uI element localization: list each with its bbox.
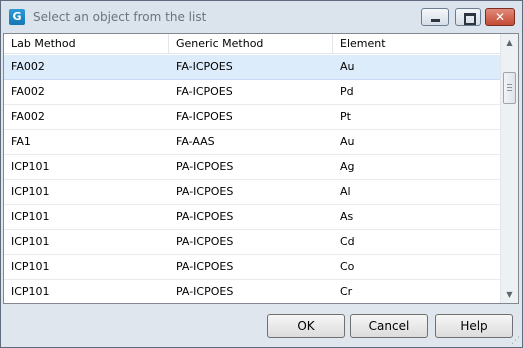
resize-grip-icon[interactable]: ⋰ [511,336,521,346]
cell-lab-method: FA1 [11,135,31,148]
button-bar: OK Cancel Help ⋰ [1,304,522,347]
cell-generic-method: PA-ICPOES [176,160,234,173]
cell-generic-method: PA-ICPOES [176,235,234,248]
cell-lab-method: ICP101 [11,260,50,273]
table-row[interactable]: FA1 FA-AAS Au [4,130,500,155]
cell-generic-method: FA-ICPOES [176,110,233,123]
table-row[interactable]: ICP101 PA-ICPOES Ag [4,155,500,180]
cell-lab-method: ICP101 [11,210,50,223]
ok-button[interactable]: OK [267,314,345,338]
maximize-button[interactable] [455,8,481,26]
cell-generic-method: FA-AAS [176,135,215,148]
help-button[interactable]: Help [435,314,513,338]
cell-lab-method: ICP101 [11,235,50,248]
vertical-scrollbar[interactable]: ▲ ▼ [500,34,518,303]
cell-element: Al [340,185,351,198]
cell-generic-method: PA-ICPOES [176,210,234,223]
cell-element: Ag [340,160,355,173]
table-row[interactable]: FA002 FA-ICPOES Au [4,55,500,80]
table-row[interactable]: FA002 FA-ICPOES Pd [4,80,500,105]
cell-element: Co [340,260,355,273]
cell-generic-method: PA-ICPOES [176,185,234,198]
cell-lab-method: ICP101 [11,160,50,173]
title-bar[interactable]: G Select an object from the list ✕ [1,1,522,33]
cell-element: Cr [340,285,353,298]
close-icon: ✕ [494,10,506,24]
scroll-down-icon[interactable]: ▼ [501,286,518,303]
object-list: Lab Method Generic Method Element FA002 F… [3,33,519,304]
cell-element: Cd [340,235,355,248]
cell-element: Au [340,135,355,148]
grip-line [507,87,512,88]
cell-lab-method: FA002 [11,60,45,73]
list-header: Lab Method Generic Method Element [4,34,500,54]
cell-generic-method: PA-ICPOES [176,260,234,273]
cell-element: Pt [340,110,351,123]
app-icon: G [9,9,25,25]
grip-line [507,90,512,91]
cell-lab-method: ICP101 [11,285,50,298]
table-row[interactable]: ICP101 PA-ICPOES Cd [4,230,500,255]
cell-element: Au [340,60,355,73]
minimize-button[interactable] [421,8,449,26]
grip-line [507,84,512,85]
cell-lab-method: FA002 [11,110,45,123]
column-header-generic-method[interactable]: Generic Method [169,34,333,54]
table-row[interactable]: ICP101 PA-ICPOES Cr [4,280,500,304]
table-row[interactable]: FA002 FA-ICPOES Pt [4,105,500,130]
table-row[interactable]: ICP101 PA-ICPOES Al [4,180,500,205]
cell-generic-method: FA-ICPOES [176,60,233,73]
cell-lab-method: FA002 [11,85,45,98]
table-row[interactable]: ICP101 PA-ICPOES As [4,205,500,230]
dialog-window: G Select an object from the list ✕ Lab M… [0,0,523,348]
column-header-lab-method[interactable]: Lab Method [4,34,169,54]
list-rows: FA002 FA-ICPOES Au FA002 FA-ICPOES Pd FA002 FA-… [4,55,500,304]
close-button[interactable]: ✕ [485,8,515,26]
cell-element: As [340,210,354,223]
table-row[interactable]: ICP101 PA-ICPOES Co [4,255,500,280]
cell-generic-method: FA-ICPOES [176,85,233,98]
cell-lab-method: ICP101 [11,185,50,198]
scroll-thumb[interactable] [503,72,516,104]
cancel-button[interactable]: Cancel [350,314,428,338]
cell-generic-method: PA-ICPOES [176,285,234,298]
cell-element: Pd [340,85,354,98]
column-header-element[interactable]: Element [333,34,500,54]
scroll-up-icon[interactable]: ▲ [501,34,518,51]
window-title: Select an object from the list [33,10,207,24]
